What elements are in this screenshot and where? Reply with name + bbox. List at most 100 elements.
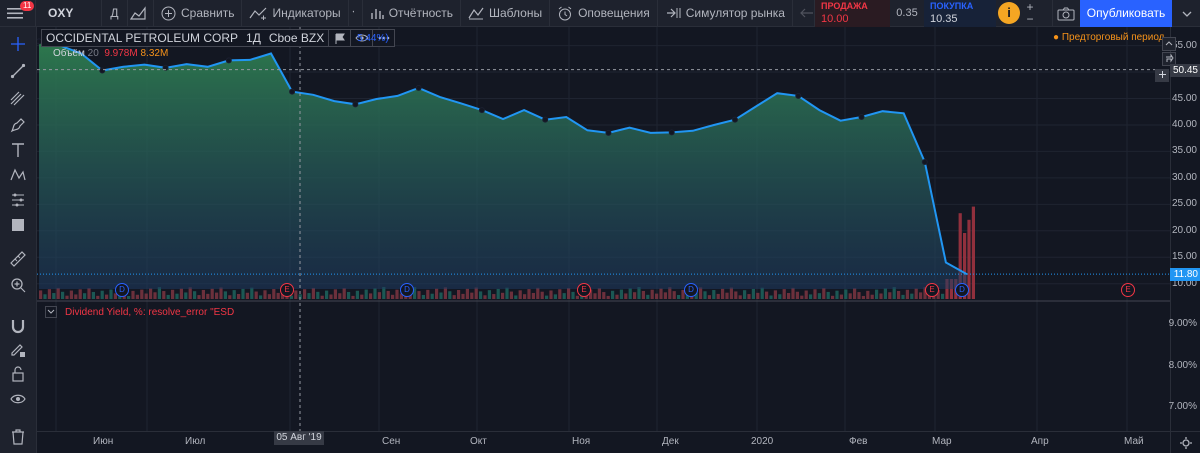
templates-button[interactable]: Шаблоны — [461, 0, 551, 27]
main-menu-button[interactable]: 11 — [0, 0, 36, 27]
alerts-button[interactable]: Оповещения — [550, 0, 658, 27]
flag-button[interactable] — [328, 30, 350, 46]
dividend-marker[interactable]: D — [684, 283, 698, 297]
forecast-tool[interactable] — [6, 188, 30, 212]
text-tool[interactable] — [6, 138, 30, 162]
volume-bar — [813, 289, 817, 299]
price-chart[interactable] — [37, 27, 1170, 431]
volume-bar — [791, 287, 795, 299]
price-area — [39, 41, 967, 289]
volume-bar — [971, 206, 975, 299]
indicators-button[interactable]: Индикаторы — [242, 0, 349, 27]
undo-icon[interactable] — [800, 8, 814, 18]
magnet-icon — [11, 320, 25, 334]
earnings-marker[interactable]: E — [925, 283, 939, 297]
dividend-label: Dividend Yield, %: resolve_error "ESD — [65, 306, 235, 318]
lock-drawings-tool[interactable] — [6, 338, 30, 362]
volume-bar — [206, 293, 210, 299]
volume-bar — [215, 292, 219, 299]
pencil-lock-icon — [11, 344, 25, 357]
volume-bar — [461, 293, 465, 299]
dividend-legend[interactable]: Dividend Yield, %: resolve_error "ESD — [45, 306, 234, 318]
layout-menu-button[interactable] — [1174, 0, 1200, 27]
volume-bar — [219, 287, 223, 299]
volume-bar — [831, 295, 835, 299]
price-tick: 30.00 — [1171, 171, 1197, 183]
time-axis[interactable]: Июн Июл Сен Окт Ноя Дек 2020 Фев Мар Апр… — [37, 431, 1170, 453]
pattern-tool[interactable] — [6, 163, 30, 187]
legend-change: 5.44%) — [357, 33, 389, 44]
measure-tool[interactable] — [6, 247, 30, 271]
volume-bar — [228, 295, 232, 299]
earnings-marker[interactable]: E — [280, 283, 294, 297]
brush-tool[interactable] — [6, 113, 30, 137]
reports-button[interactable]: Отчётность — [363, 0, 461, 27]
volume-bar — [166, 294, 170, 299]
volume-bar — [567, 288, 571, 299]
symbol-legend[interactable]: OCCIDENTAL PETROLEUM CORP 1Д Cboe BZX — [41, 29, 396, 47]
volume-bar — [712, 290, 716, 299]
volume-bar — [707, 295, 711, 299]
volume-bar — [663, 292, 667, 299]
volume-bar — [259, 295, 263, 299]
symbol-search-button[interactable]: OXY — [36, 0, 102, 27]
volume-bar — [483, 295, 487, 299]
fib-tool[interactable] — [6, 86, 30, 110]
remove-drawings-tool[interactable] — [6, 425, 30, 449]
price-axis[interactable]: 55.0050.0045.0040.0035.0030.0025.0020.00… — [1168, 27, 1200, 453]
indicators-label: Индикаторы — [272, 6, 341, 20]
volume-bar — [844, 289, 848, 299]
volume-legend[interactable]: Объём 20 9.978M 8.32M — [53, 48, 168, 59]
crosshair-tool[interactable] — [6, 32, 30, 56]
volume-bar — [43, 294, 47, 299]
lock-tool[interactable] — [6, 362, 30, 386]
volume-bar — [153, 292, 157, 299]
trend-line-tool[interactable] — [6, 59, 30, 83]
sell-button[interactable]: ПРОДАЖА 10.00 — [814, 0, 890, 27]
volume-bar — [56, 287, 60, 299]
last-price-label: 11.80 — [1170, 268, 1200, 282]
magnet-tool[interactable] — [6, 314, 30, 338]
time-tick: Ноя — [572, 436, 591, 447]
yield-tick: 7.00% — [1168, 401, 1197, 412]
auto-scale-button[interactable] — [1162, 37, 1176, 51]
volume-bar — [479, 291, 483, 299]
indicators-dropdown[interactable] — [349, 0, 363, 27]
zoom-tool[interactable] — [6, 273, 30, 297]
snapshot-button[interactable] — [1052, 0, 1078, 27]
price-tick: 40.00 — [1171, 118, 1197, 130]
earnings-marker[interactable]: E — [577, 283, 591, 297]
dividend-marker[interactable]: D — [955, 283, 969, 297]
info-icon[interactable]: i — [998, 2, 1020, 24]
volume-bar — [725, 292, 729, 299]
interval-button[interactable]: Д — [102, 0, 128, 27]
visibility-tool[interactable] — [6, 387, 30, 411]
price-tick: 20.00 — [1171, 224, 1197, 236]
volume-bar — [527, 289, 531, 299]
dividend-marker[interactable]: D — [115, 283, 129, 297]
compare-button[interactable]: Сравнить — [154, 0, 243, 27]
volume-bar — [523, 294, 527, 299]
add-alert-plus[interactable] — [1155, 69, 1169, 82]
volume-bar — [659, 288, 663, 299]
volume-bar — [835, 290, 839, 299]
volume-bar — [369, 293, 373, 299]
volume-bar — [787, 293, 791, 299]
volume-bar — [910, 293, 914, 299]
chart-style-button[interactable] — [128, 0, 154, 27]
volume-bar — [646, 294, 650, 299]
chevron-down-icon — [352, 10, 354, 13]
earnings-marker[interactable]: E — [1121, 283, 1135, 297]
minus-icon[interactable]: − — [1023, 13, 1037, 26]
spread-value: 0.35 — [896, 7, 918, 19]
collapse-button[interactable] — [45, 306, 57, 318]
bar-replay-button[interactable]: Симулятор рынка — [658, 0, 793, 27]
buy-button[interactable]: ПОКУПКА 10.35 — [924, 0, 996, 27]
price-point — [289, 88, 296, 95]
volume-bar — [804, 290, 808, 299]
publish-button[interactable]: Опубликовать — [1080, 0, 1172, 27]
settings-button[interactable] — [1170, 431, 1200, 453]
drawing-toolbar — [0, 27, 37, 453]
dividend-marker[interactable]: D — [400, 283, 414, 297]
shapes-tool[interactable] — [6, 213, 30, 237]
